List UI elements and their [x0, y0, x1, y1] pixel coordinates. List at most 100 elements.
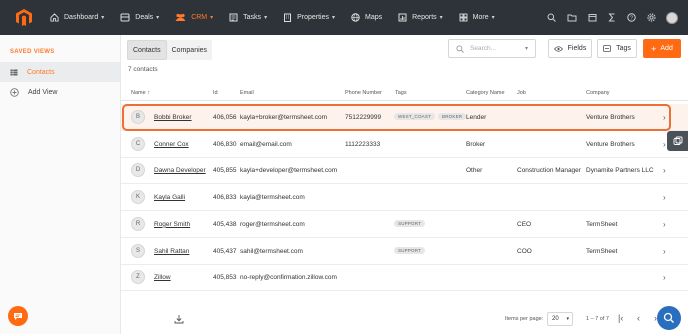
column-header-category[interactable]: Category Name [466, 90, 505, 96]
table-row[interactable]: Z Zillow 405,853 no-reply@confirmation.zill… [121, 264, 688, 292]
items-per-page-value: 20 [552, 316, 559, 322]
chevron-down-icon: ▾ [156, 15, 160, 21]
table-row[interactable]: R Roger Smith 405,438 roger@termsheet.com SU… [121, 211, 688, 238]
chevron-down-icon: ▾ [331, 15, 335, 21]
contact-name-link[interactable]: Roger Smith [154, 221, 190, 228]
contact-job: CEO [517, 220, 532, 228]
avatar: D [131, 163, 145, 178]
table-row[interactable]: B Bobbi Broker 406,056 kayla+broker@termshe… [121, 104, 688, 131]
tag-icon [603, 45, 611, 52]
tags-button[interactable]: Tags [597, 39, 637, 58]
first-page-icon[interactable]: |‹ [618, 313, 623, 323]
handshake-icon [120, 13, 130, 22]
chevron-right-icon[interactable]: › [663, 113, 666, 122]
table-row[interactable]: D Dawna Developer 405,855 kayla+developer@t… [121, 157, 688, 185]
nav-label: Dashboard [64, 14, 99, 21]
column-header-id[interactable]: Id [213, 90, 218, 96]
contact-company: Venture Brothers [586, 114, 635, 121]
nav-dashboard[interactable]: Dashboard ▾ [50, 0, 104, 35]
items-per-page-select[interactable]: 20 ▾ [547, 312, 573, 326]
building-icon [284, 13, 292, 22]
column-header-phone[interactable]: Phone Number [345, 90, 382, 96]
contact-name-link[interactable]: Conner Cox [154, 141, 189, 148]
chevron-down-icon: ▾ [524, 46, 528, 52]
column-header-job[interactable]: Job [517, 90, 526, 96]
svg-text:?: ? [630, 16, 633, 22]
search-placeholder: Search... [470, 45, 497, 52]
nav-reports[interactable]: Reports ▾ [398, 0, 443, 35]
contact-name-link[interactable]: Sahil Rattan [154, 248, 189, 255]
nav-label: Tasks [243, 14, 262, 21]
search-icon [456, 44, 464, 53]
search-input[interactable]: Search... ▾ [448, 39, 536, 58]
chevron-right-icon[interactable]: › [663, 247, 666, 256]
nav-tasks[interactable]: Tasks ▾ [229, 0, 267, 35]
table-row[interactable]: K Kayla Galli 406,833 kayla@termsheet.com › [121, 184, 688, 212]
nav-more[interactable]: More ▾ [459, 0, 495, 35]
app-logo[interactable] [14, 8, 34, 28]
sigma-icon[interactable] [608, 13, 616, 22]
table-header: Name ↑ Id Email Phone Number Tags Catego… [121, 85, 688, 101]
chevron-down-icon: ▾ [491, 15, 495, 21]
contact-email: sahil@termsheet.com [240, 247, 303, 255]
checklist-icon [229, 13, 238, 22]
contact-company: TermSheet [586, 220, 618, 228]
settings-icon[interactable] [647, 13, 656, 22]
chevron-right-icon[interactable]: › [663, 166, 666, 175]
nav-crm[interactable]: CRM ▾ [175, 0, 213, 35]
saved-views-title: SAVED VIEWS [10, 49, 55, 55]
chevron-down-icon: ▾ [210, 15, 214, 21]
folder-icon[interactable] [567, 13, 577, 22]
chevron-right-icon[interactable]: › [663, 193, 666, 202]
sidebar-item-contacts[interactable]: Contacts [0, 62, 120, 82]
calendar-icon[interactable] [588, 13, 597, 22]
nav-deals[interactable]: Deals ▾ [120, 0, 159, 35]
contact-category: Other [466, 167, 483, 175]
contact-name-link[interactable]: Bobbi Broker [154, 114, 192, 121]
contact-name-link[interactable]: Kayla Galli [154, 194, 185, 201]
contact-id: 406,833 [213, 194, 237, 202]
nav-label: CRM [191, 14, 208, 21]
tab-contacts[interactable]: Contacts [127, 40, 167, 60]
contact-email: no-reply@confirmation.zillow.com [240, 274, 337, 282]
column-header-company[interactable]: Company [586, 90, 610, 96]
nav-properties[interactable]: Properties ▾ [283, 0, 335, 35]
plus-icon: + [651, 43, 657, 54]
column-header-name[interactable]: Name ↑ [131, 90, 150, 96]
fields-button[interactable]: Fields [548, 39, 592, 58]
sidebar-item-label: Contacts [27, 68, 55, 76]
search-icon[interactable] [547, 13, 556, 22]
contact-email: kayla@termsheet.com [240, 194, 305, 202]
sidebar-item-add-view[interactable]: Add View [0, 82, 120, 102]
table-row[interactable]: S Sahil Rattan 405,437 sahil@termsheet.com S… [121, 238, 688, 265]
contact-name-link[interactable]: Dawna Developer [154, 167, 206, 174]
chat-icon[interactable] [8, 306, 28, 326]
chevron-down-icon: ▾ [566, 316, 569, 322]
chevron-right-icon[interactable]: › [663, 273, 666, 282]
contact-company: Venture Brothers [586, 140, 635, 148]
add-label: Add [660, 45, 673, 52]
user-avatar[interactable] [666, 11, 678, 24]
bar-chart-icon [398, 13, 407, 22]
nav-maps[interactable]: Maps [351, 0, 382, 35]
table-row[interactable]: C Conner Cox 406,830 email@email.com 1112223… [121, 131, 688, 158]
contact-company: Dynamite Partners LLC [586, 167, 654, 175]
download-icon[interactable] [174, 314, 184, 324]
nav-label: Maps [365, 14, 383, 21]
previous-page-icon[interactable]: ‹ [637, 313, 640, 323]
globe-icon [351, 13, 360, 22]
support-chat-icon[interactable] [657, 306, 681, 330]
tab-companies[interactable]: Companies [167, 40, 212, 60]
contact-name-link[interactable]: Zillow [154, 274, 171, 281]
avatar: B [131, 110, 145, 124]
side-panel-toggle-icon[interactable] [667, 131, 688, 151]
chevron-right-icon[interactable]: › [663, 140, 666, 149]
column-header-tags[interactable]: Tags [395, 90, 407, 96]
chevron-right-icon[interactable]: › [663, 220, 666, 229]
items-per-page-label: Items per page: [505, 316, 544, 322]
add-button[interactable]: + Add [643, 39, 681, 58]
help-icon[interactable]: ? [627, 13, 636, 22]
column-header-email[interactable]: Email [240, 90, 254, 96]
nav-label: Deals [135, 14, 154, 21]
contact-email: kayla+developer@termsheet.com [240, 167, 338, 175]
